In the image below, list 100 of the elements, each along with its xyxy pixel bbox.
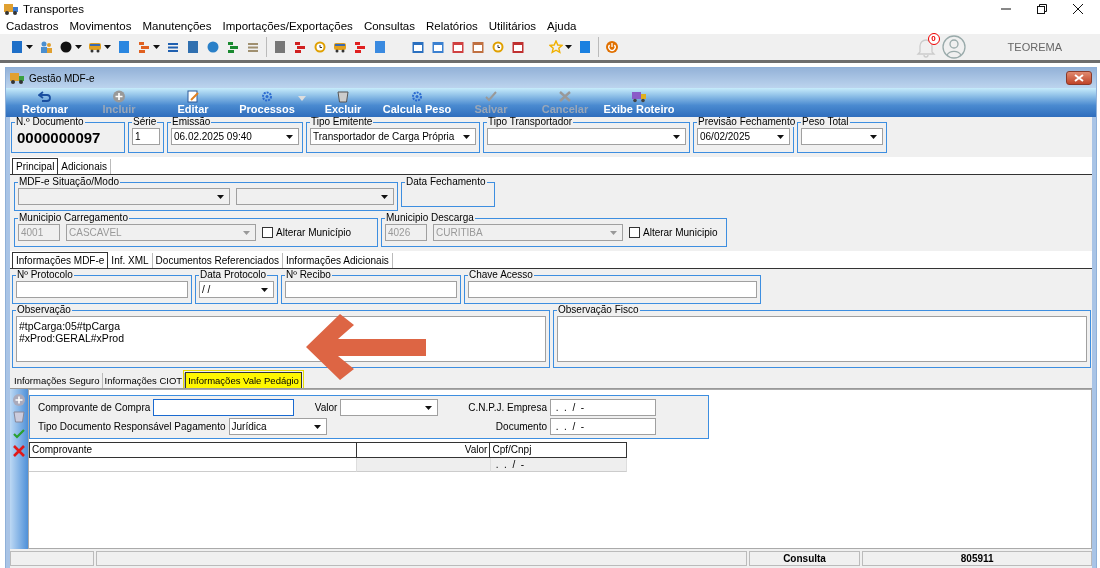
checkbox[interactable]: Alterar Município: [262, 227, 352, 238]
toolbar-button[interactable]: Calcula Peso: [380, 90, 454, 117]
field-label: Peso Total: [801, 117, 850, 127]
field-label: Documento: [495, 421, 547, 432]
field-label: C.N.P.J. Empresa: [468, 402, 547, 413]
calendar-icon[interactable]: [471, 40, 485, 54]
calendar-icon[interactable]: [411, 40, 425, 54]
field-label: Data Protocolo: [199, 270, 268, 280]
avatar-icon[interactable]: [941, 35, 966, 59]
field-label: Tipo Emitente: [310, 117, 374, 127]
dropdown[interactable]: [801, 128, 883, 145]
close-button[interactable]: [1066, 71, 1092, 85]
column-header[interactable]: Cpf/Cnpj: [490, 443, 626, 457]
tab[interactable]: Informações Adicionais: [283, 253, 393, 268]
bus-icon[interactable]: [88, 40, 102, 54]
caret-icon[interactable]: [565, 45, 572, 49]
dropdown[interactable]: 06.02.2025 09:40: [171, 128, 299, 145]
toolbar-button[interactable]: Excluir: [306, 90, 380, 117]
column-header[interactable]: Comprovante: [30, 443, 357, 457]
truck-icon: [9, 71, 25, 85]
dropdown[interactable]: Transportador de Carga Própria: [310, 128, 476, 145]
menu-item[interactable]: Ajuda: [547, 19, 577, 32]
truck-icon: [632, 90, 646, 103]
status-text: 805911: [862, 551, 1092, 566]
caret-icon: [381, 195, 388, 199]
menu-item[interactable]: Manutenções: [142, 19, 212, 32]
back-arrow-icon: [38, 90, 52, 103]
tab[interactable]: Informações Vale Pedágio: [185, 372, 302, 388]
dropdown[interactable]: / /: [199, 281, 274, 298]
plus-icon: [112, 90, 126, 103]
app-title: Transportes: [23, 2, 84, 15]
menu-item[interactable]: Utilitários: [488, 19, 537, 32]
gear-icon: [260, 90, 274, 103]
document-icon[interactable]: [10, 40, 24, 54]
field-label: Municipio Descarga: [385, 213, 475, 223]
document-icon[interactable]: [273, 40, 287, 54]
close-icon[interactable]: [1072, 2, 1084, 15]
input-field[interactable]: . . / -: [550, 399, 656, 416]
input-field[interactable]: [153, 399, 294, 416]
user-name: TEOREMA: [1007, 41, 1062, 53]
close-icon: [1074, 74, 1084, 82]
menu-item[interactable]: Consultas: [363, 19, 415, 32]
caret-icon: [243, 231, 250, 235]
menu-item[interactable]: Importações/Exportações: [222, 19, 353, 32]
field-label: Série: [132, 117, 158, 127]
dropdown[interactable]: [340, 399, 438, 416]
menu-item[interactable]: Relatórios: [426, 19, 478, 32]
input-field[interactable]: [285, 281, 457, 298]
window-title: Gestão MDF-e: [29, 72, 95, 84]
field-label: MDF-e Situação/Modo: [18, 177, 121, 187]
toolbar-button[interactable]: Exibe Roteiro: [602, 90, 676, 117]
document-icon[interactable]: [186, 40, 200, 54]
list-icon[interactable]: [166, 40, 180, 54]
caret-icon[interactable]: [104, 45, 111, 49]
dropdown[interactable]: [18, 188, 230, 205]
text-area[interactable]: [557, 316, 1087, 362]
column-header[interactable]: Valor: [356, 443, 491, 457]
tab[interactable]: Principal: [12, 158, 59, 174]
input-field[interactable]: [468, 281, 757, 298]
field-label: Emissão: [171, 117, 212, 127]
field-label: Municipio Carregamento: [18, 213, 129, 223]
dropdown[interactable]: [487, 128, 686, 145]
tab[interactable]: Adicionais: [58, 159, 111, 174]
caret-icon[interactable]: [26, 45, 33, 49]
truck-icon: [3, 1, 19, 16]
document-icon[interactable]: [117, 40, 131, 54]
caret-icon[interactable]: [153, 45, 160, 49]
dropdown[interactable]: [235, 188, 394, 205]
input-field[interactable]: . . / -: [550, 418, 656, 435]
star-icon[interactable]: [549, 40, 563, 54]
field-label: Chave Acesso: [468, 270, 534, 280]
disc-icon[interactable]: [59, 40, 73, 54]
menu-item[interactable]: Cadastros: [6, 19, 59, 32]
tab[interactable]: Informações MDF-e: [12, 252, 109, 268]
caret-icon[interactable]: [75, 45, 82, 49]
tab[interactable]: Documentos Referenciados: [152, 253, 283, 268]
dropdown[interactable]: 06/02/2025: [697, 128, 790, 145]
input-field[interactable]: [16, 281, 188, 298]
menu-item[interactable]: Movimentos: [69, 19, 132, 32]
bus-icon[interactable]: [333, 40, 347, 54]
dropdown[interactable]: Jurídica: [228, 418, 327, 435]
tab[interactable]: Inf. XML: [108, 253, 153, 268]
toolbar-button[interactable]: Processos: [230, 90, 304, 117]
people-icon[interactable]: [39, 40, 53, 54]
toolbar-button[interactable]: Editar: [156, 90, 230, 117]
text-area[interactable]: #tpCarga:05#tpCarga #xProd:GERAL#xProd: [16, 316, 546, 362]
restore-icon[interactable]: [1036, 2, 1048, 15]
clock-icon[interactable]: [313, 40, 327, 54]
checkbox[interactable]: Alterar Municipio: [629, 227, 718, 238]
power-icon[interactable]: [605, 40, 619, 54]
toolbar-button[interactable]: Retornar: [8, 90, 82, 117]
check-icon[interactable]: [12, 427, 26, 441]
field-label: N.º Documento: [15, 117, 85, 127]
field-label: Comprovante de Compra: [38, 402, 151, 413]
calendar-icon[interactable]: [451, 40, 465, 54]
field-label: Nº Recibo: [285, 270, 332, 280]
input-field[interactable]: 1: [132, 128, 160, 145]
bell-icon[interactable]: [915, 36, 936, 58]
notification-badge: 0: [927, 33, 940, 45]
trash-icon: [336, 90, 350, 103]
